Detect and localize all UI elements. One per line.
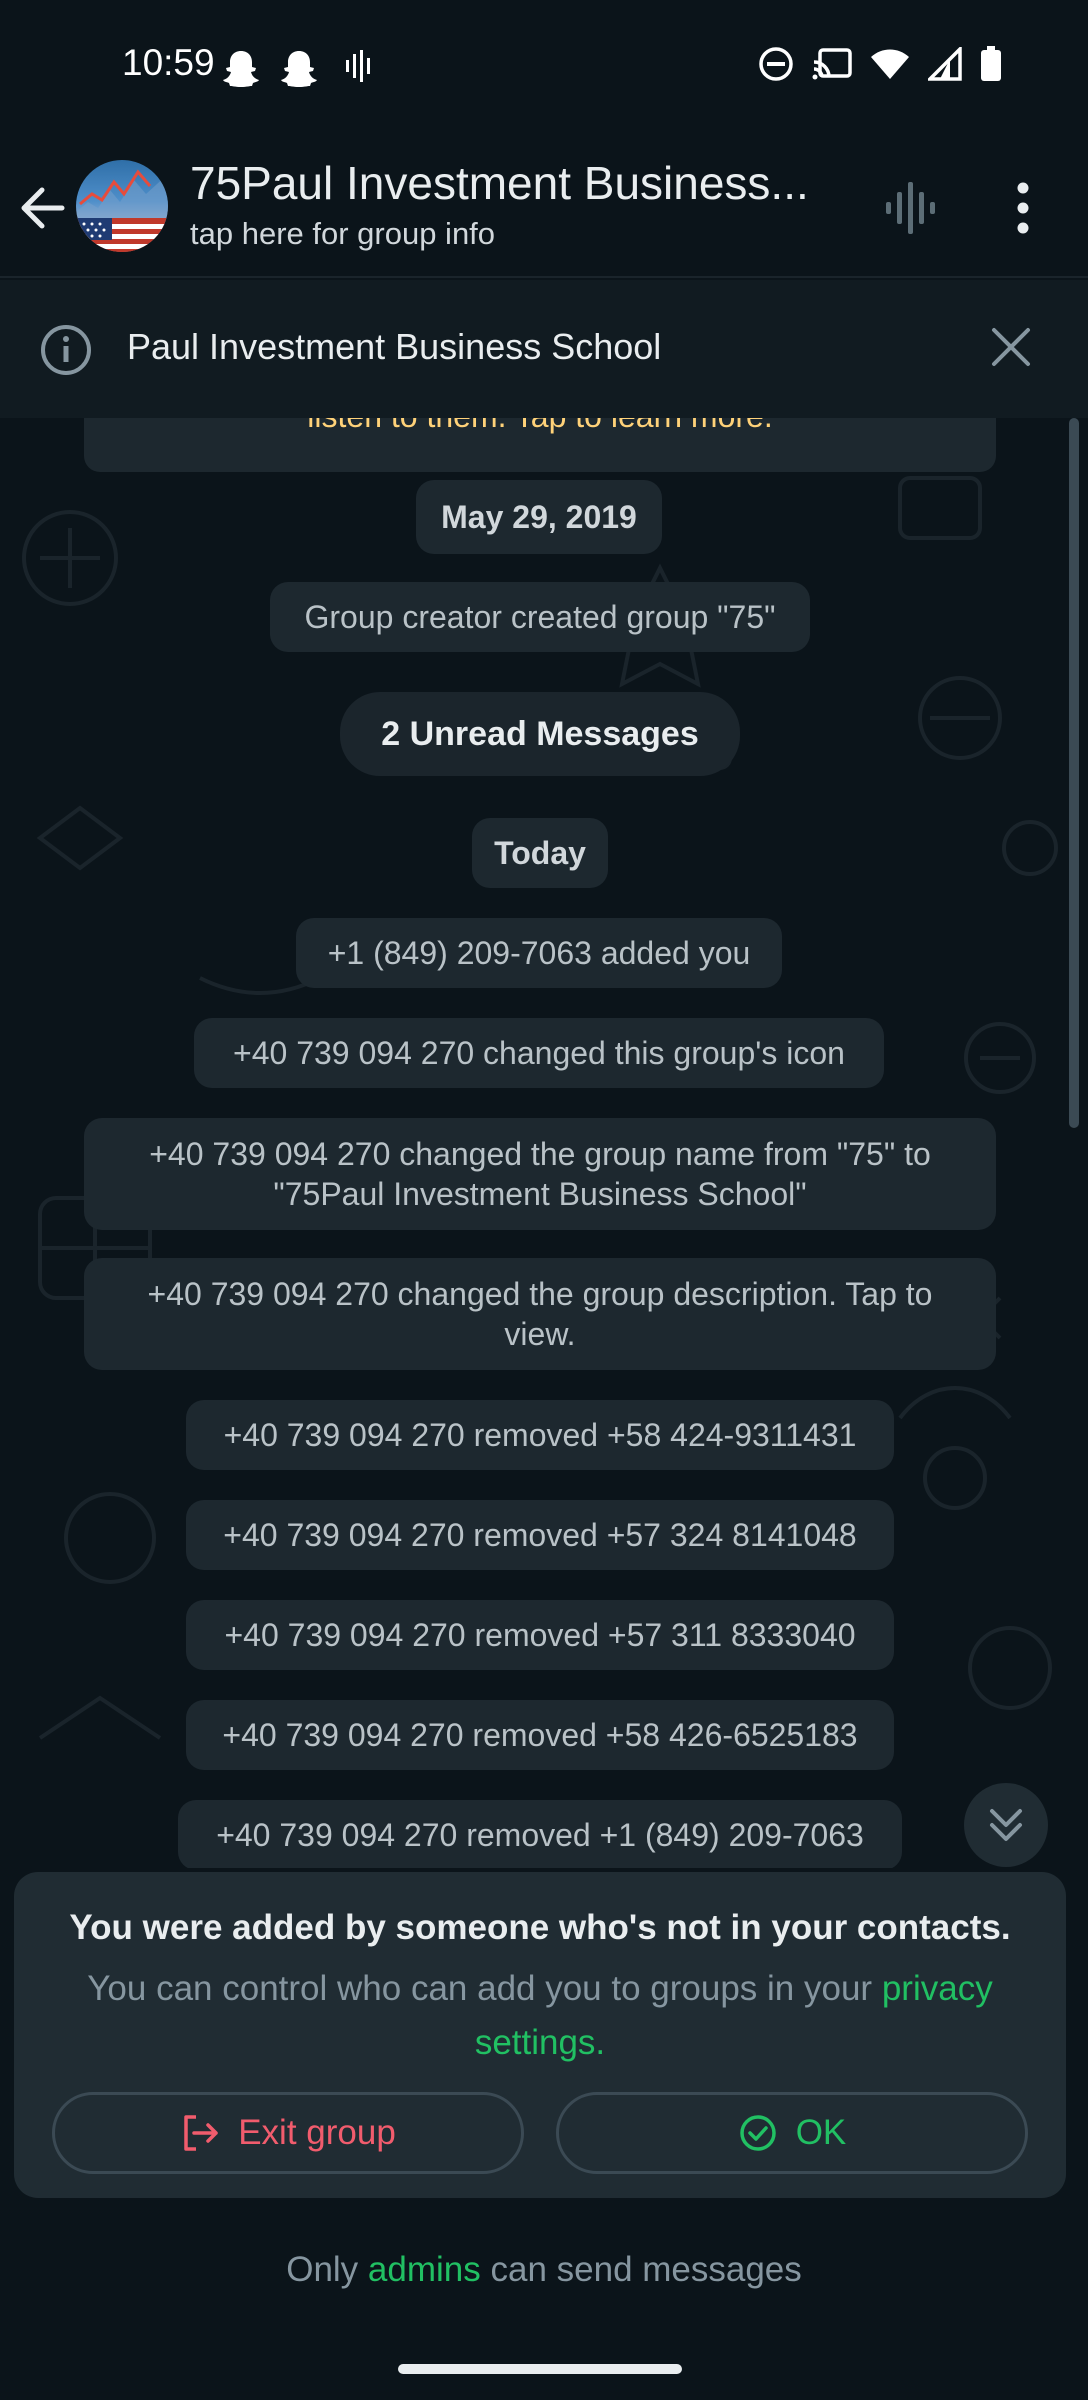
- info-banner-text: Paul Investment Business School: [127, 326, 662, 367]
- system-message: +40 739 094 270 removed +58 426-6525183: [186, 1700, 894, 1770]
- snapchat-icon-2: [281, 51, 317, 87]
- do-not-disturb-icon: [759, 47, 793, 81]
- admins-only-note: Only admins can send messages: [0, 2250, 1088, 2290]
- system-message-line: view.: [504, 1316, 576, 1352]
- exit-icon: [184, 2115, 218, 2151]
- footer-suffix: can send messages: [490, 2250, 802, 2289]
- scrollbar[interactable]: [1069, 418, 1079, 1128]
- status-time: 10:59: [122, 42, 215, 83]
- system-message: +40 739 094 270 removed +58 424-9311431: [186, 1400, 894, 1470]
- unread-messages-divider: 2 Unread Messages: [340, 692, 740, 776]
- system-message: +1 (849) 209-7063 added you: [296, 918, 782, 988]
- audio-wave-icon: [346, 50, 370, 82]
- group-title[interactable]: 75Paul Investment Business...: [190, 156, 809, 210]
- footer-prefix: Only: [286, 2250, 359, 2289]
- battery-icon: [981, 46, 1001, 81]
- admins-link[interactable]: admins: [368, 2250, 481, 2289]
- system-message-description[interactable]: +40 739 094 270 changed the group descri…: [84, 1258, 996, 1370]
- home-indicator[interactable]: [398, 2364, 682, 2374]
- popup-title: You were added by someone who's not in y…: [69, 1908, 1011, 1947]
- system-message-line: +40 739 094 270 changed the group descri…: [147, 1276, 933, 1312]
- system-message: +40 739 094 270 removed +57 311 8333040: [186, 1600, 894, 1670]
- system-message: +40 739 094 270 removed +1 (849) 209-706…: [178, 1800, 902, 1868]
- voice-chat-icon[interactable]: [884, 178, 940, 238]
- system-message-group-name: +40 739 094 270 changed the group name f…: [84, 1118, 996, 1230]
- group-subtitle[interactable]: tap here for group info: [190, 216, 495, 252]
- status-icons: [758, 46, 1002, 82]
- exit-group-button[interactable]: Exit group: [52, 2092, 524, 2174]
- system-message: +40 739 094 270 changed this group's ico…: [194, 1018, 884, 1088]
- info-icon: [41, 325, 91, 375]
- double-chevron-down-icon: [990, 1809, 1022, 1841]
- encryption-notice[interactable]: listen to them. Tap to learn more.: [84, 418, 996, 472]
- added-by-unknown-card: You were added by someone who's not in y…: [14, 1872, 1066, 2198]
- cast-icon: [812, 48, 852, 80]
- flag-chart-avatar-image: [76, 169, 168, 252]
- status-bar: 10:59: [0, 0, 1088, 140]
- chat-header: 75Paul Investment Business... tap here f…: [0, 140, 1088, 278]
- system-message-created: Group creator created group "75": [270, 582, 810, 652]
- back-arrow-icon[interactable]: [18, 178, 68, 238]
- popup-body: You can control who can add you to group…: [54, 1962, 1026, 2070]
- screen: 10:59 75Paul Investment Business... tap …: [0, 0, 1088, 2400]
- wifi-icon: [871, 49, 909, 79]
- system-message: +40 739 094 270 removed +57 324 8141048: [186, 1500, 894, 1570]
- signal-icon: [928, 47, 962, 81]
- ok-button[interactable]: OK: [556, 2092, 1028, 2174]
- close-icon[interactable]: [988, 324, 1034, 370]
- group-info-banner[interactable]: Paul Investment Business School: [0, 280, 1088, 418]
- system-message-line: "75Paul Investment Business School": [273, 1176, 807, 1212]
- chat-area[interactable]: listen to them. Tap to learn more. May 2…: [0, 418, 1088, 1868]
- group-avatar[interactable]: [76, 160, 168, 252]
- system-message-line: +40 739 094 270 changed the group name f…: [149, 1136, 931, 1172]
- scroll-to-bottom-button[interactable]: [964, 1783, 1048, 1867]
- check-circle-icon: [739, 2115, 776, 2151]
- date-divider-old: May 29, 2019: [416, 480, 662, 554]
- exit-group-label: Exit group: [238, 2113, 396, 2152]
- ok-label: OK: [795, 2113, 847, 2152]
- date-divider-today: Today: [472, 818, 608, 888]
- snapchat-icon: [223, 51, 259, 87]
- more-options-icon[interactable]: [1006, 178, 1040, 238]
- popup-body-text: You can control who can add you to group…: [87, 1969, 873, 2008]
